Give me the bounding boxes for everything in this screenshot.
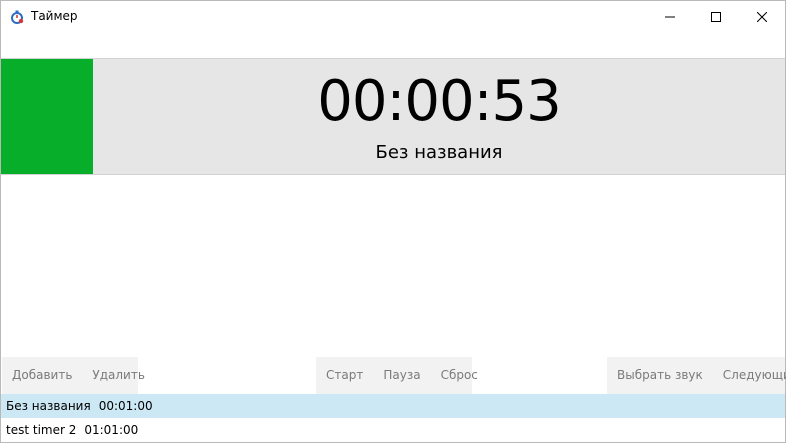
timer-list: Без названия 00:01:00 test timer 2 01:01:0… xyxy=(1,394,785,442)
timer-item-name: Без названия xyxy=(6,399,91,413)
title-bar[interactable]: Таймер xyxy=(1,1,785,32)
maximize-button[interactable] xyxy=(693,1,739,32)
timer-item-name: test timer 2 xyxy=(6,423,77,437)
pause-button[interactable]: Пауза xyxy=(373,357,430,394)
app-window: Таймер 00:00:53 Без названия Добавить Уд… xyxy=(0,0,786,443)
window-title: Таймер xyxy=(31,9,78,23)
close-button[interactable] xyxy=(739,1,785,32)
minimize-icon xyxy=(665,7,675,26)
close-icon xyxy=(756,7,768,26)
start-button[interactable]: Старт xyxy=(316,357,373,394)
delete-button[interactable]: Удалить xyxy=(82,357,155,394)
stopwatch-icon xyxy=(10,9,24,24)
toolbar: Добавить Удалить Старт Пауза Сброс Выбра… xyxy=(1,357,786,394)
countdown-time: 00:00:53 xyxy=(317,69,562,134)
timer-display: 00:00:53 Без названия xyxy=(1,58,785,175)
list-actions-group: Добавить Удалить xyxy=(2,357,145,394)
maximize-icon xyxy=(711,7,721,26)
list-item[interactable]: Без названия 00:01:00 xyxy=(1,394,785,418)
minimize-button[interactable] xyxy=(647,1,693,32)
timer-item-duration: 01:01:00 xyxy=(84,423,139,437)
sound-actions-group: Выбрать звук Следующий xyxy=(607,357,786,394)
timer-item-duration: 00:01:00 xyxy=(98,399,153,413)
choose-sound-button[interactable]: Выбрать звук xyxy=(607,357,713,394)
status-indicator xyxy=(1,59,93,174)
playback-group: Старт Пауза Сброс xyxy=(316,357,478,394)
list-item[interactable]: test timer 2 01:01:00 xyxy=(1,418,785,442)
reset-button[interactable]: Сброс xyxy=(431,357,488,394)
add-button[interactable]: Добавить xyxy=(2,357,82,394)
current-timer-name: Без названия xyxy=(375,142,503,163)
next-button[interactable]: Следующий xyxy=(713,357,786,394)
